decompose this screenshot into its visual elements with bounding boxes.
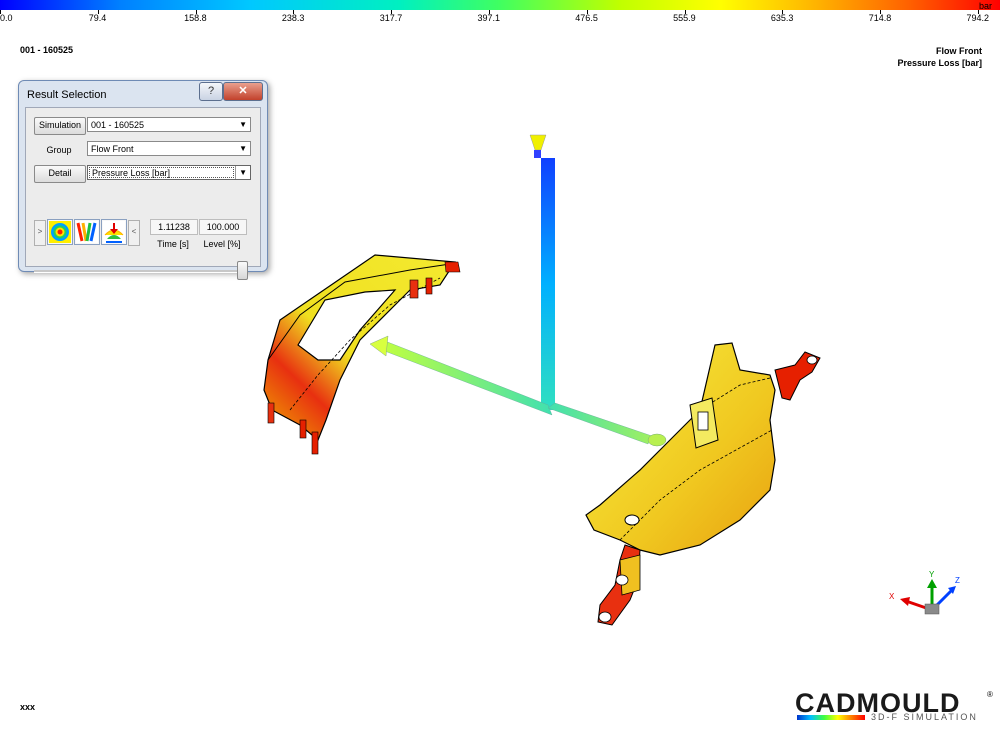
help-button[interactable]: ? [199,82,223,101]
right-molded-part [585,342,821,626]
level-caption: Level [%] [203,239,241,249]
level-slider-thumb[interactable] [237,261,248,280]
chevron-down-icon: ▼ [239,144,247,153]
contour-icon [49,221,71,243]
detail-button[interactable]: Detail [34,165,86,183]
simulation-select-value: 001 - 160525 [91,120,145,130]
detail-select-value: Pressure Loss [bar] [89,167,234,178]
simulation-select[interactable]: 001 - 160525 ▼ [87,117,251,132]
chevron-down-icon: ▼ [239,120,247,129]
previous-result-button[interactable]: < [128,220,140,246]
next-result-button[interactable]: > [34,220,46,246]
axis-y-label: Y [929,570,935,579]
result-selection-dialog: Result Selection ? ✕ Simulation 001 - 16… [18,80,268,280]
detail-select[interactable]: Pressure Loss [bar] ▼ [87,165,251,180]
sprue [529,134,555,410]
band-view-button[interactable] [74,219,100,245]
logo-subtitle: 3D-F SIMULATION [871,712,978,722]
bands-icon [76,221,98,243]
contour-view-button[interactable] [47,219,73,245]
runner-left [369,335,553,416]
axis-triad [900,579,956,615]
footer-text: xxx [20,702,36,712]
dialog-title: Result Selection [27,89,107,101]
logo-registered-mark: ® [987,690,993,699]
logo-color-bar [797,715,865,720]
flow-path-icon [103,221,125,243]
runner-right [547,402,667,447]
flow-path-view-button[interactable] [101,219,127,245]
group-select[interactable]: Flow Front ▼ [87,141,251,156]
time-caption: Time [s] [157,239,189,249]
dialog-body: Simulation 001 - 160525 ▼ Group Flow Fro… [25,107,261,280]
group-select-value: Flow Front [91,144,134,154]
group-label: Group [46,145,72,155]
axis-z-label: Z [955,576,960,585]
cadmould-logo: CADMOULD ® 3D-F SIMULATION [795,688,995,728]
left-molded-part [263,254,461,455]
dialog-titlebar[interactable]: Result Selection ? ✕ [19,81,267,107]
axis-x-label: X [889,592,895,601]
time-value: 1.11238 [150,219,198,235]
level-slider-track[interactable] [34,270,242,273]
close-button[interactable]: ✕ [223,82,263,101]
level-value: 100.000 [199,219,247,235]
chevron-down-icon: ▼ [239,168,247,177]
simulation-button[interactable]: Simulation [34,117,86,135]
